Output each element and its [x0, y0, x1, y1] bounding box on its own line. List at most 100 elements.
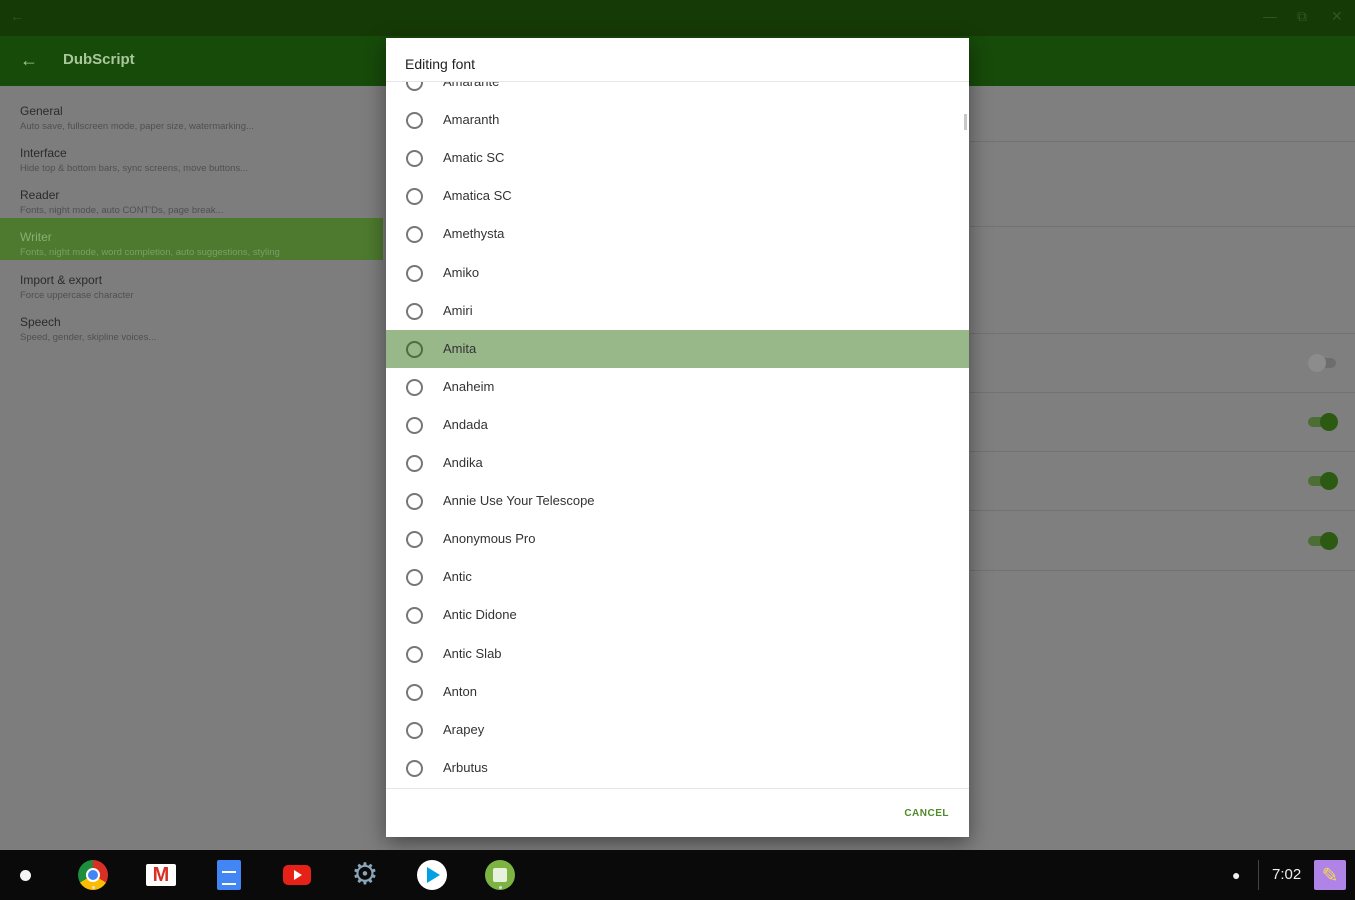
- sidebar-item-writer[interactable]: Writer Fonts, night mode, word completio…: [0, 218, 383, 260]
- font-option[interactable]: Amiri: [386, 292, 969, 330]
- play-store-logo: [417, 860, 447, 890]
- font-option[interactable]: Anonymous Pro: [386, 520, 969, 558]
- sidebar-item-desc: Auto save, fullscreen mode, paper size, …: [20, 121, 254, 132]
- font-option[interactable]: Amiko: [386, 254, 969, 292]
- font-option[interactable]: Amita: [386, 329, 969, 368]
- radio-button[interactable]: [406, 683, 423, 701]
- toggle-knob: [1320, 532, 1338, 550]
- sidebar-item-desc: Speed, gender, skipline voices...: [20, 332, 157, 343]
- font-option[interactable]: Arbutus: [386, 749, 969, 787]
- font-option[interactable]: Amethysta: [386, 215, 969, 253]
- font-option-label: Amarante: [443, 81, 500, 89]
- radio-button[interactable]: [406, 378, 423, 396]
- clock[interactable]: 7:02: [1272, 866, 1301, 883]
- gmail-logo: M: [146, 864, 176, 886]
- font-option[interactable]: Antic Slab: [386, 635, 969, 673]
- sidebar-item-label: Reader: [20, 188, 60, 202]
- radio-button[interactable]: [406, 302, 423, 320]
- divider: [970, 226, 1355, 227]
- font-option[interactable]: Antic Didone: [386, 596, 969, 634]
- font-option[interactable]: Annie Use Your Telescope: [386, 482, 969, 520]
- radio-button[interactable]: [406, 188, 423, 206]
- notification-bell-icon[interactable]: ●: [1232, 867, 1240, 883]
- launcher-icon[interactable]: [20, 870, 31, 881]
- settings-detail-pane: [970, 86, 1355, 850]
- font-list[interactable]: Amarante Amaranth Amatic SC Amatica SC Ameth…: [386, 81, 969, 789]
- font-option[interactable]: Antic: [386, 558, 969, 596]
- font-option[interactable]: Amarante: [386, 81, 969, 101]
- window-back-icon[interactable]: ←: [10, 8, 24, 24]
- toggle-knob: [1320, 413, 1338, 431]
- sidebar-item-desc: Fonts, night mode, auto CONT'Ds, page br…: [20, 205, 224, 216]
- editing-font-dialog: Editing font Amarante Amaranth Amatic SC Am…: [386, 38, 969, 837]
- radio-button[interactable]: [406, 531, 423, 549]
- font-option-label: Amita: [443, 340, 477, 356]
- sidebar-item-speech[interactable]: Speech Speed, gender, skipline voices...: [0, 303, 383, 345]
- font-option-label: Anonymous Pro: [443, 531, 536, 547]
- settings-icon[interactable]: ⚙: [349, 859, 381, 891]
- gmail-icon[interactable]: M: [145, 859, 177, 891]
- font-option[interactable]: Anaheim: [386, 368, 969, 406]
- radio-button[interactable]: [406, 607, 423, 625]
- font-option-label: Antic: [443, 569, 472, 585]
- radio-button[interactable]: [406, 416, 423, 434]
- font-option-label: Arapey: [443, 721, 485, 737]
- sidebar-item-label: Interface: [20, 146, 67, 160]
- sidebar-item-import-export[interactable]: Import & export Force uppercase characte…: [0, 261, 383, 303]
- sidebar-item-general[interactable]: General Auto save, fullscreen mode, pape…: [0, 92, 383, 134]
- font-option[interactable]: Anton: [386, 673, 969, 711]
- minimize-icon[interactable]: —: [1263, 8, 1277, 24]
- radio-button[interactable]: [406, 82, 423, 91]
- sidebar-item-reader[interactable]: Reader Fonts, night mode, auto CONT'Ds, …: [0, 176, 383, 218]
- font-option-label: Anaheim: [443, 378, 495, 394]
- dialog-title: Editing font: [405, 56, 476, 72]
- gmail-m-glyph: M: [152, 864, 170, 886]
- setting-toggle[interactable]: [1308, 532, 1338, 550]
- user-avatar[interactable]: ✎: [1314, 860, 1346, 890]
- list-scrollbar[interactable]: [964, 114, 967, 130]
- font-option[interactable]: Andada: [386, 406, 969, 444]
- sidebar-item-desc: Force uppercase character: [20, 290, 134, 301]
- radio-button[interactable]: [406, 226, 423, 244]
- font-option-label: Andada: [443, 416, 488, 432]
- settings-sidebar: General Auto save, fullscreen mode, pape…: [0, 86, 383, 850]
- sidebar-item-interface[interactable]: Interface Hide top & bottom bars, sync s…: [0, 134, 383, 176]
- radio-button[interactable]: [406, 150, 423, 168]
- chrome-icon[interactable]: [77, 859, 109, 891]
- radio-button[interactable]: [406, 455, 423, 472]
- font-option-label: Amiko: [443, 264, 480, 280]
- setting-toggle[interactable]: [1308, 413, 1338, 431]
- docs-icon[interactable]: [213, 859, 245, 891]
- gear-icon: ⚙: [351, 858, 379, 891]
- font-option-label: Amatic SC: [443, 150, 505, 166]
- play-store-icon[interactable]: [416, 859, 448, 891]
- radio-button[interactable]: [406, 264, 423, 282]
- font-option[interactable]: Arapey: [386, 711, 969, 749]
- radio-button[interactable]: [406, 340, 423, 358]
- radio-button[interactable]: [406, 493, 423, 511]
- font-option-label: Amaranth: [443, 112, 500, 128]
- font-option[interactable]: Amatic SC: [386, 139, 969, 177]
- font-option[interactable]: Andika: [386, 444, 969, 482]
- youtube-icon[interactable]: [281, 859, 313, 891]
- running-indicator: [91, 886, 95, 889]
- divider: [970, 392, 1355, 393]
- radio-button[interactable]: [406, 569, 423, 587]
- font-option-label: Andika: [443, 455, 483, 470]
- radio-button[interactable]: [406, 759, 423, 777]
- setting-toggle[interactable]: [1308, 472, 1338, 490]
- radio-button[interactable]: [406, 645, 423, 663]
- cancel-button[interactable]: CANCEL: [904, 808, 949, 819]
- toggle-knob: [1308, 354, 1326, 372]
- font-option[interactable]: Amaranth: [386, 101, 969, 139]
- youtube-logo: [283, 865, 311, 885]
- radio-button[interactable]: [406, 721, 423, 739]
- setting-toggle[interactable]: [1308, 354, 1336, 372]
- font-option[interactable]: Amatica SC: [386, 177, 969, 215]
- back-arrow-icon[interactable]: ←: [20, 50, 38, 71]
- close-icon[interactable]: ✕: [1331, 8, 1343, 25]
- dubscript-icon[interactable]: [484, 859, 516, 891]
- shelf: M ⚙ ● 7:02 ✎: [0, 850, 1355, 900]
- radio-button[interactable]: [406, 112, 423, 130]
- maximize-icon[interactable]: ⧉: [1297, 8, 1307, 25]
